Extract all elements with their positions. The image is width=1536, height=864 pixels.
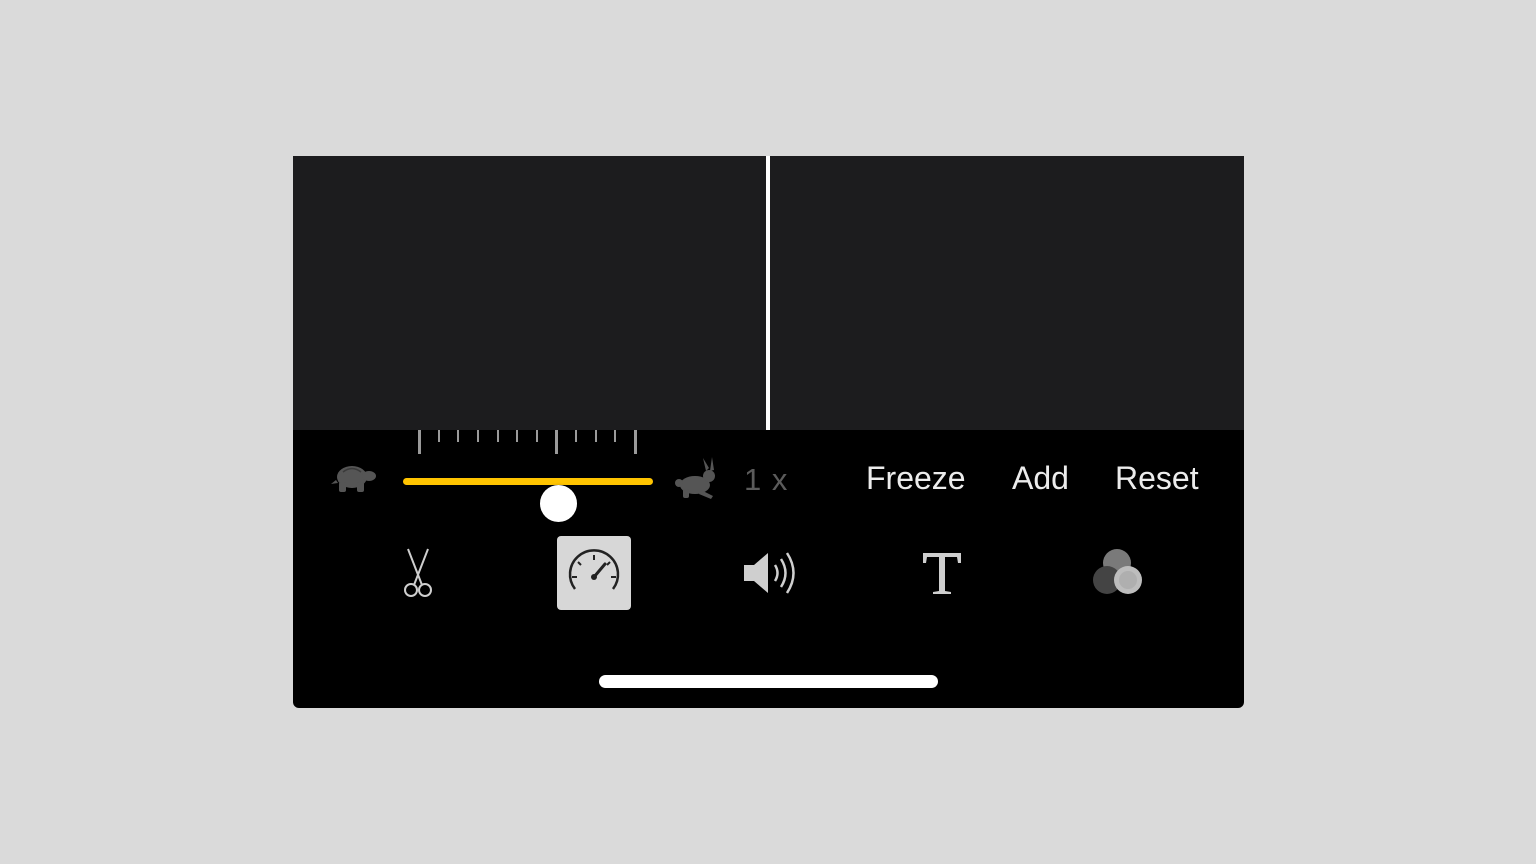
add-button[interactable]: Add [1012,460,1069,497]
speed-ruler [418,430,643,456]
home-indicator[interactable] [599,675,938,688]
ruler-tick [634,430,637,454]
ruler-tick [575,430,578,442]
ruler-tick [418,430,421,454]
video-editor: 1 x Freeze Add Reset [293,156,1244,708]
ruler-tick [476,430,479,442]
ruler-tick [457,430,460,442]
speed-controls: 1 x Freeze Add Reset [293,456,1244,522]
ruler-tick [535,430,538,442]
scissors-icon [396,547,440,599]
reset-button[interactable]: Reset [1115,460,1199,497]
speed-tool-button[interactable] [557,536,631,610]
speed-slider[interactable] [403,478,653,522]
ruler-tick [496,430,499,442]
filters-tool-button[interactable] [1081,536,1155,610]
volume-icon [738,547,798,599]
tool-bar [293,536,1244,612]
ruler-tick [614,430,617,442]
scissors-tool-button[interactable] [381,536,455,610]
ruler-tick [516,430,519,442]
text-icon [918,547,966,599]
audio-tool-button[interactable] [731,536,805,610]
turtle-icon [330,460,380,496]
timeline[interactable] [293,156,1244,430]
speedometer-icon [565,547,623,599]
ruler-tick [594,430,597,442]
ruler-tick [437,430,440,442]
playhead[interactable] [766,156,770,430]
freeze-button[interactable]: Freeze [866,460,966,497]
filters-icon [1088,545,1148,601]
text-tool-button[interactable] [905,536,979,610]
ruler-tick [555,430,559,454]
speed-slider-thumb[interactable] [540,485,577,522]
speed-value: 1 x [744,462,789,497]
rabbit-icon [673,456,723,500]
